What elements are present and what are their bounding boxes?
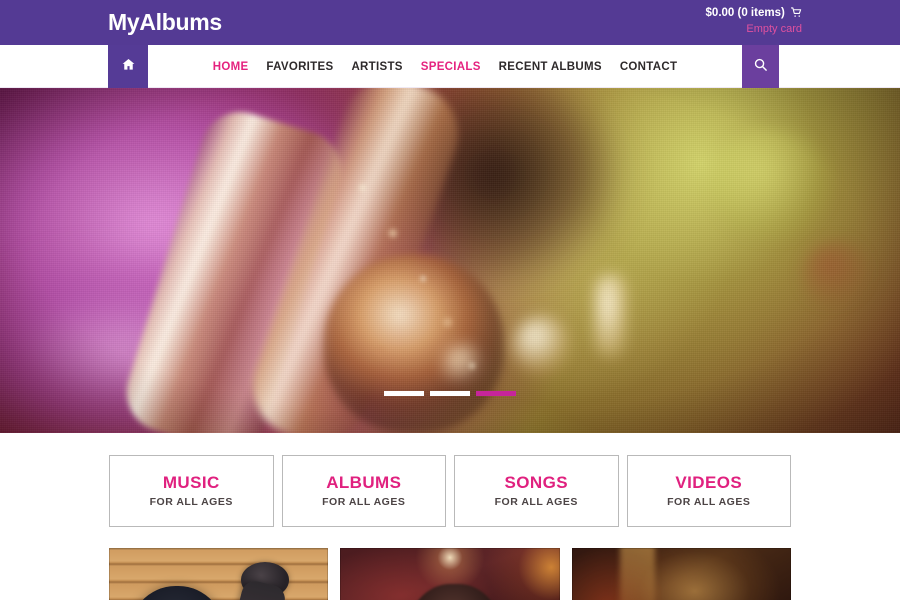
nav-item-recent-albums[interactable]: RECENT ALBUMS	[490, 61, 611, 73]
gallery-item-concert-singer[interactable]	[340, 548, 560, 600]
cart-summary-text: $0.00 (0 items)	[705, 7, 785, 19]
category-title: SONGS	[504, 472, 568, 492]
gallery-item-stage-scene[interactable]	[571, 548, 791, 600]
shopping-cart-icon	[790, 7, 802, 22]
search-icon	[753, 57, 768, 77]
category-box-videos[interactable]: VIDEOS FOR ALL AGES	[626, 455, 791, 527]
category-subtitle: FOR ALL AGES	[667, 496, 751, 509]
nav-links: HOME FAVORITES ARTISTS SPECIALS RECENT A…	[148, 45, 742, 88]
cart-summary: $0.00 (0 items)	[706, 7, 802, 22]
gallery-image-stage-scene	[571, 548, 791, 600]
category-box-songs[interactable]: SONGS FOR ALL AGES	[454, 455, 619, 527]
category-title: VIDEOS	[675, 472, 743, 492]
category-subtitle: FOR ALL AGES	[494, 496, 578, 509]
slider-pagination	[0, 391, 900, 396]
site-logo[interactable]: MyAlbums	[108, 9, 222, 36]
hero-slider[interactable]	[0, 88, 900, 433]
category-box-music[interactable]: MUSIC FOR ALL AGES	[109, 455, 274, 527]
gallery-item-banjo-player[interactable]	[109, 548, 329, 600]
gallery-row	[109, 527, 791, 600]
category-subtitle: FOR ALL AGES	[322, 496, 406, 509]
cart-empty-label: Empty card	[746, 23, 802, 36]
category-boxes: MUSIC FOR ALL AGES ALBUMS FOR ALL AGES S…	[109, 433, 791, 527]
nav-item-home[interactable]: HOME	[204, 61, 258, 73]
nav-search-button[interactable]	[742, 45, 779, 88]
slider-dot-2[interactable]	[430, 391, 470, 396]
nav-item-specials[interactable]: SPECIALS	[412, 61, 490, 73]
slider-dot-1[interactable]	[384, 391, 424, 396]
category-title: ALBUMS	[326, 472, 402, 492]
gallery-image-banjo-player	[109, 548, 329, 600]
home-icon	[121, 57, 136, 77]
nav-item-favorites[interactable]: FAVORITES	[257, 61, 342, 73]
nav-item-contact[interactable]: CONTACT	[611, 61, 686, 73]
main-navigation: HOME FAVORITES ARTISTS SPECIALS RECENT A…	[0, 45, 900, 88]
hero-image-saxophone	[0, 88, 900, 433]
category-subtitle: FOR ALL AGES	[149, 496, 233, 509]
cart-widget[interactable]: $0.00 (0 items) Empty card	[706, 7, 802, 36]
category-title: MUSIC	[162, 472, 220, 492]
site-header: MyAlbums $0.00 (0 items) Empty card	[0, 0, 900, 45]
nav-item-artists[interactable]: ARTISTS	[342, 61, 411, 73]
slider-dot-3[interactable]	[476, 391, 516, 396]
category-box-albums[interactable]: ALBUMS FOR ALL AGES	[281, 455, 446, 527]
gallery-image-concert-singer	[340, 548, 560, 600]
nav-home-button[interactable]	[108, 45, 148, 88]
